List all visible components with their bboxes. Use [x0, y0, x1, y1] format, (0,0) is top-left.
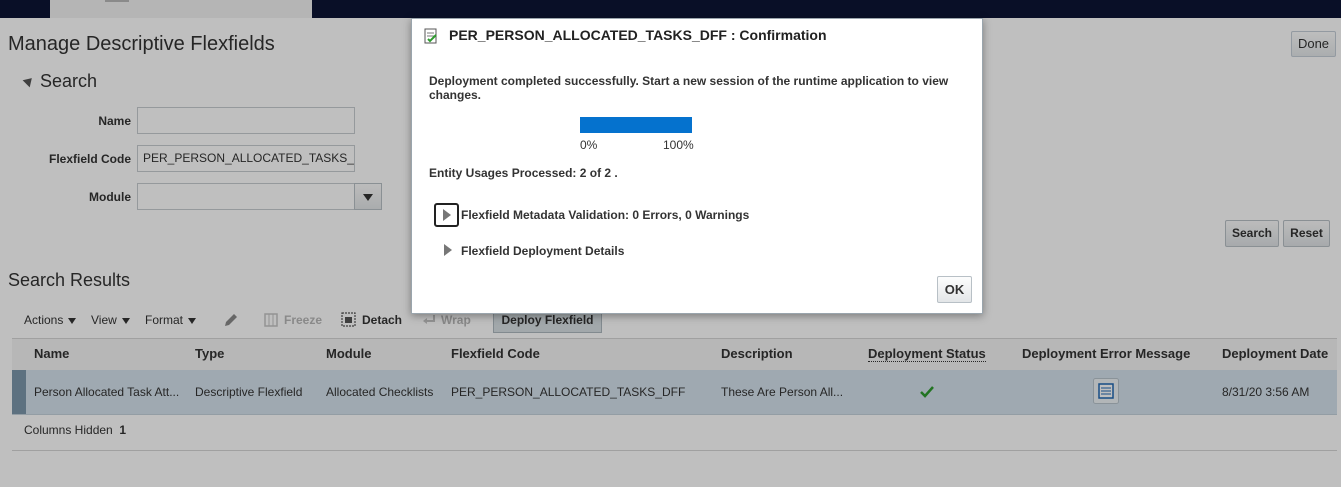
validation-disclosure-toggle[interactable] — [434, 203, 459, 227]
progress-max-label: 100% — [663, 138, 694, 152]
ok-button[interactable]: OK — [937, 276, 972, 303]
deployment-details-label[interactable]: Flexfield Deployment Details — [461, 244, 624, 258]
expand-arrow-icon[interactable] — [444, 244, 452, 256]
validation-disclosure-label[interactable]: Flexfield Metadata Validation: 0 Errors,… — [461, 208, 749, 222]
expand-arrow-icon — [443, 209, 451, 221]
progress-min-label: 0% — [580, 138, 598, 152]
confirmation-icon — [424, 28, 437, 44]
dialog-title: PER_PERSON_ALLOCATED_TASKS_DFF : Confirm… — [449, 27, 827, 43]
entity-usages-label: Entity Usages Processed: — [429, 166, 577, 180]
deployment-progress-bar — [580, 117, 692, 133]
entity-usages-status: Entity Usages Processed: 2 of 2 . — [429, 166, 618, 180]
dialog-message: Deployment completed successfully. Start… — [429, 74, 949, 102]
entity-usages-value: 2 of 2 . — [579, 166, 618, 180]
confirmation-dialog: PER_PERSON_ALLOCATED_TASKS_DFF : Confirm… — [411, 18, 983, 314]
